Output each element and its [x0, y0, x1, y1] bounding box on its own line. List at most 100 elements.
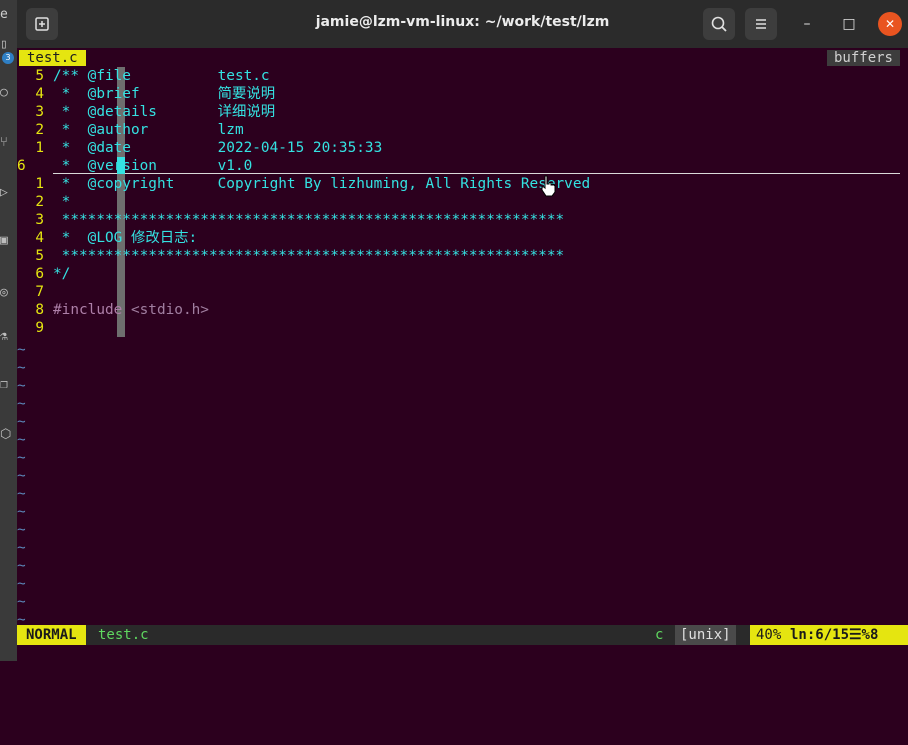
empty-line: ~ — [17, 557, 908, 575]
code-line[interactable]: 3 * @details 详细说明 — [17, 103, 908, 121]
code-line[interactable]: 4 * @LOG 修改日志: — [17, 229, 908, 247]
vim-editor[interactable]: 5/** @file test.c 4 * @brief 简要说明 3 * @det… — [17, 67, 908, 628]
line-text: * @version v1.0 — [53, 158, 253, 174]
line-number: 2 — [35, 194, 44, 210]
empty-line: ~ — [17, 485, 908, 503]
tilde-marker: ~ — [17, 432, 26, 448]
line-text: /** @file test.c — [53, 68, 270, 84]
close-button[interactable]: ✕ — [878, 12, 902, 36]
line-number: 3 — [35, 212, 44, 228]
code-line[interactable]: 6 * @version v1.0 — [17, 157, 908, 175]
include-directive: #include — [53, 302, 123, 318]
search-icon — [711, 16, 727, 32]
empty-line: ~ — [17, 539, 908, 557]
status-percent: 40% — [756, 627, 782, 643]
line-number: 6 — [17, 158, 26, 174]
tilde-marker: ~ — [17, 450, 26, 466]
line-text: * @details 详细说明 — [53, 104, 276, 120]
line-number: 5 — [35, 68, 44, 84]
dock-copy-icon[interactable]: ❐ — [0, 378, 14, 392]
tilde-marker: ~ — [17, 576, 26, 592]
code-line[interactable]: 9 — [17, 319, 908, 337]
tilde-marker: ~ — [17, 504, 26, 520]
empty-line: ~ — [17, 575, 908, 593]
empty-line: ~ — [17, 467, 908, 485]
empty-line: ~ — [17, 593, 908, 611]
dock-extensions-icon[interactable]: ▣ — [0, 234, 14, 248]
vim-statusline: NORMAL test.c c [unix] 40% ln:6/15☰%8 — [17, 625, 908, 645]
code-line[interactable]: 2 * @author lzm — [17, 121, 908, 139]
include-header: <stdio.h> — [122, 302, 209, 318]
dock-branch-icon[interactable]: ⑂ — [0, 136, 14, 150]
line-text: * @LOG 修改日志: — [53, 230, 198, 246]
dock-run-icon[interactable]: ▷ — [0, 186, 14, 200]
empty-line: ~ — [17, 359, 908, 377]
empty-line: ~ — [17, 341, 908, 359]
empty-line: ~ — [17, 377, 908, 395]
maximize-button[interactable]: □ — [837, 12, 861, 36]
tilde-marker: ~ — [17, 594, 26, 610]
tilde-marker: ~ — [17, 360, 26, 376]
code-line[interactable]: 5 **************************************… — [17, 247, 908, 265]
code-line[interactable]: 5 /** @file test.c — [17, 67, 908, 85]
tilde-marker: ~ — [17, 540, 26, 556]
dock-remote-icon[interactable]: ◎ — [0, 286, 14, 300]
tilde-marker: ~ — [17, 468, 26, 484]
empty-line: ~ — [17, 395, 908, 413]
line-number: 2 — [35, 122, 44, 138]
buffers-label[interactable]: buffers — [826, 50, 900, 66]
code-line[interactable]: 1 * @date 2022-04-15 20:35:33 — [17, 139, 908, 157]
empty-line: ~ — [17, 521, 908, 539]
tilde-marker: ~ — [17, 396, 26, 412]
tilde-marker: ~ — [17, 558, 26, 574]
line-text: * @copyright Copyright By lizhuming, All… — [53, 176, 591, 192]
line-number: 5 — [35, 248, 44, 264]
dock-cube-icon[interactable]: ⬡ — [0, 428, 14, 442]
code-line[interactable]: 4 * @brief 简要说明 — [17, 85, 908, 103]
line-text: * @brief 简要说明 — [53, 86, 276, 102]
line-number: 3 — [35, 104, 44, 120]
status-filetype: c — [655, 627, 664, 643]
line-number: 4 — [35, 86, 44, 102]
tilde-marker: ~ — [17, 522, 26, 538]
hand-pointer-icon — [541, 175, 556, 197]
search-button[interactable] — [703, 8, 735, 40]
line-number: 7 — [35, 284, 44, 300]
mode-indicator: NORMAL — [17, 625, 86, 645]
dock-label-fragment: e — [0, 8, 8, 22]
line-text: ****************************************… — [53, 212, 565, 228]
tilde-marker: ~ — [17, 486, 26, 502]
empty-line: ~ — [17, 431, 908, 449]
vim-tabline: test.c buffers — [17, 48, 908, 66]
dock-strip: e ▯ 3 ○ ⑂ ▷ ▣ ◎ ⚗ ❐ ⬡ — [0, 0, 17, 661]
code-line[interactable]: 1 * @copyright Copyright By lizhuming, A… — [17, 175, 908, 193]
code-line[interactable]: 8 #include <stdio.h> — [17, 301, 908, 319]
dock-files-icon[interactable]: ▯ — [0, 38, 14, 52]
line-text: * @author lzm — [53, 122, 244, 138]
dock-flask-icon[interactable]: ⚗ — [0, 330, 14, 344]
status-fileformat: [unix] — [675, 625, 736, 645]
minimize-button[interactable]: – — [795, 12, 819, 36]
line-text: * @date 2022-04-15 20:35:33 — [53, 140, 383, 156]
empty-line: ~ — [17, 503, 908, 521]
status-cursor-position: ln:6/15☰%8 — [790, 627, 879, 643]
empty-line: ~ — [17, 449, 908, 467]
terminal-titlebar: jamie@lzm-vm-linux: ~/work/test/lzm – □ … — [17, 0, 908, 48]
code-line[interactable]: 2 * — [17, 193, 908, 211]
tab-test-c[interactable]: test.c — [19, 50, 86, 66]
line-text: * — [53, 194, 71, 210]
tilde-marker: ~ — [17, 378, 26, 394]
line-text: #include <stdio.h> — [53, 301, 209, 319]
code-line[interactable]: 3 **************************************… — [17, 211, 908, 229]
line-text: ****************************************… — [53, 248, 565, 264]
code-line[interactable]: 7 — [17, 283, 908, 301]
status-filename: test.c — [98, 627, 149, 643]
code-line[interactable]: 6 */ — [17, 265, 908, 283]
menu-button[interactable] — [745, 8, 777, 40]
line-number: 9 — [35, 320, 44, 336]
line-number: 1 — [35, 140, 44, 156]
line-number: 8 — [35, 302, 44, 318]
hamburger-menu-icon — [756, 19, 766, 29]
tilde-marker: ~ — [17, 414, 26, 430]
dock-search-icon[interactable]: ○ — [0, 86, 14, 100]
